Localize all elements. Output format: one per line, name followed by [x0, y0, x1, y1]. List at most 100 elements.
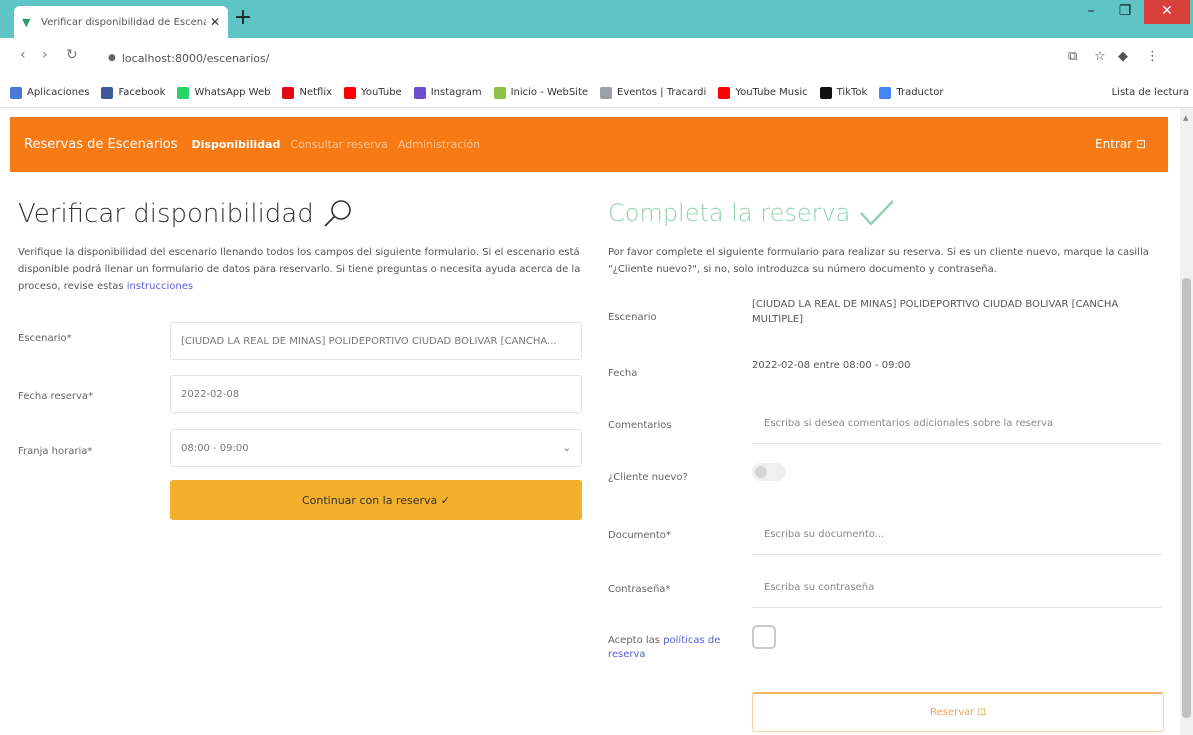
- bookmark-item[interactable]: Eventos | Tracardi: [600, 86, 707, 99]
- reading-list-link[interactable]: Lista de lectura: [1112, 87, 1189, 98]
- search-icon: [324, 200, 351, 227]
- nav-link-administracion[interactable]: Administración: [398, 138, 480, 151]
- reservar-label: Reservar ⊡: [930, 707, 986, 718]
- chevron-down-icon: ⌄: [562, 442, 571, 454]
- continue-reservation-button[interactable]: Continuar con la reserva ✓: [170, 480, 582, 520]
- url-text: localhost:8000/escenarios/: [121, 51, 270, 65]
- bookmark-favicon-icon: [282, 86, 295, 99]
- page-scrollbar[interactable]: ▲: [1180, 108, 1193, 735]
- escenario-summary-value: [CIUDAD LA REAL DE MINAS] POLIDEPORTIVO …: [752, 299, 1119, 325]
- franja-horaria-select[interactable]: 08:00 - 09:00 ⌄: [170, 429, 582, 467]
- back-arrow-icon[interactable]: ‹: [20, 47, 26, 63]
- scroll-up-icon[interactable]: ▲: [1183, 114, 1188, 122]
- bookmark-label: Eventos | Tracardi: [617, 87, 707, 98]
- franja-horaria-value: 08:00 - 09:00: [181, 442, 249, 454]
- bookmark-label: YouTube: [361, 87, 402, 98]
- accept-policies-checkbox[interactable]: [752, 625, 776, 649]
- menu-dots-icon[interactable]: ⋮: [1146, 49, 1159, 64]
- login-link[interactable]: Entrar ⊡: [1095, 137, 1146, 151]
- bookmark-favicon-icon: [177, 86, 190, 99]
- site-brand[interactable]: Reservas de Escenarios: [24, 137, 178, 152]
- escenario-select[interactable]: [CIUDAD LA REAL DE MINAS] POLIDEPORTIVO …: [170, 322, 582, 360]
- extension-icon[interactable]: ◆: [1118, 49, 1128, 64]
- bookmark-item[interactable]: YouTube: [344, 86, 402, 99]
- reservar-button[interactable]: Reservar ⊡: [752, 692, 1164, 732]
- fecha-reserva-input[interactable]: 2022-02-08: [170, 375, 582, 413]
- bookmarks-bar: Aplicaciones Facebook WhatsApp Web Netflix Y…: [0, 78, 1193, 108]
- bookmark-item[interactable]: Netflix: [282, 86, 333, 99]
- bookmark-item[interactable]: Instagram: [413, 86, 482, 99]
- bookmark-favicon-icon: [718, 86, 731, 99]
- fecha-summary-label: Fecha: [608, 368, 638, 379]
- fecha-summary-value: 2022-02-08 entre 08:00 - 09:00: [752, 360, 911, 371]
- franja-horaria-label: Franja horaria*: [18, 446, 93, 457]
- documento-input[interactable]: Escriba su documento...: [752, 515, 1162, 555]
- checkmark-icon: [860, 200, 895, 226]
- bookmark-label: Facebook: [118, 87, 166, 98]
- tab-favicon-icon: ▼: [22, 15, 31, 29]
- bookmark-item[interactable]: Facebook: [101, 86, 166, 99]
- address-bar[interactable]: ● localhost:8000/escenarios/: [96, 44, 1036, 72]
- availability-description-text: Verifique la disponibilidad del escenari…: [18, 247, 581, 292]
- accept-policies-label: Acepto las políticas de reserva: [608, 634, 738, 662]
- cliente-nuevo-label: ¿Cliente nuevo?: [608, 472, 688, 483]
- bookmark-item[interactable]: Aplicaciones: [10, 86, 90, 99]
- continue-reservation-label: Continuar con la reserva ✓: [301, 493, 451, 507]
- bookmark-label: Instagram: [430, 87, 482, 98]
- tab-title: Verificar disponibilidad de Escenarios: [41, 16, 206, 28]
- bookmark-label: TikTok: [836, 87, 868, 98]
- reading-list-label: Lista de lectura: [1111, 87, 1189, 98]
- complete-reservation-title: Completa la reserva: [608, 199, 851, 227]
- bookmark-label: Aplicaciones: [27, 87, 90, 98]
- bookmark-favicon-icon: [101, 86, 114, 99]
- bookmark-item[interactable]: TikTok: [819, 86, 868, 99]
- password-label: Contraseña*: [608, 584, 671, 595]
- minimize-button[interactable]: –: [1074, 0, 1108, 24]
- translate-icon[interactable]: ⧉: [1068, 49, 1077, 64]
- info-icon[interactable]: ●: [108, 53, 116, 63]
- browser-tab[interactable]: ▼ Verificar disponibilidad de Escenarios…: [14, 6, 228, 38]
- availability-heading: Verificar disponibilidad: [18, 198, 354, 230]
- password-input[interactable]: Escriba su contraseña: [752, 568, 1162, 608]
- bookmark-item[interactable]: Traductor: [879, 86, 944, 99]
- bookmark-favicon-icon: [413, 86, 426, 99]
- comentarios-placeholder: Escriba si desea comentarios adicionales…: [764, 418, 1054, 429]
- cliente-nuevo-toggle[interactable]: [752, 463, 786, 481]
- bookmark-label: Traductor: [896, 87, 944, 98]
- bookmark-label: WhatsApp Web: [194, 87, 271, 98]
- bookmark-favicon-icon: [344, 86, 357, 99]
- bookmark-label: Netflix: [299, 87, 333, 98]
- escenario-label: Escenario*: [18, 333, 72, 344]
- password-placeholder: Escriba su contraseña: [764, 582, 875, 593]
- reload-icon[interactable]: ↻: [66, 47, 78, 63]
- maximize-button[interactable]: ❐: [1108, 0, 1142, 24]
- nav-link-consultar[interactable]: Consultar reserva: [290, 138, 388, 151]
- bookmark-label: YouTube Music: [735, 87, 808, 98]
- comentarios-textarea[interactable]: Escriba si desea comentarios adicionales…: [752, 404, 1162, 444]
- star-icon[interactable]: ☆: [1094, 49, 1106, 64]
- bookmark-item[interactable]: YouTube Music: [718, 86, 808, 99]
- escenario-value: [CIUDAD LA REAL DE MINAS] POLIDEPORTIVO …: [181, 335, 557, 347]
- tab-close-icon[interactable]: ✕: [210, 15, 220, 29]
- fecha-reserva-label: Fecha reserva*: [18, 391, 94, 402]
- nav-link-disponibilidad[interactable]: Disponibilidad: [192, 138, 281, 151]
- availability-title: Verificar disponibilidad: [18, 199, 314, 229]
- toggle-knob: [755, 466, 767, 478]
- bookmark-item[interactable]: WhatsApp Web: [177, 86, 271, 99]
- bookmark-favicon-icon: [10, 86, 22, 99]
- escenario-summary-label: Escenario: [608, 312, 657, 323]
- accept-policies-text: Acepto las: [608, 635, 664, 646]
- forward-arrow-icon[interactable]: ›: [42, 47, 48, 63]
- instructions-link[interactable]: instrucciones: [127, 281, 193, 292]
- complete-reservation-heading: Completa la reserva: [608, 198, 896, 228]
- bookmark-favicon-icon: [493, 86, 506, 99]
- bookmark-favicon-icon: [879, 86, 892, 99]
- comentarios-label: Comentarios: [608, 420, 672, 431]
- close-window-button[interactable]: ✕: [1144, 0, 1190, 24]
- new-tab-button[interactable]: +: [232, 7, 254, 30]
- complete-reservation-description: Por favor complete el siguiente formular…: [608, 247, 1149, 275]
- browser-tab-strip: ▼ Verificar disponibilidad de Escenarios…: [0, 0, 1193, 38]
- scrollbar-thumb[interactable]: [1182, 278, 1191, 718]
- bookmark-item[interactable]: Inicio - WebSite: [493, 86, 588, 99]
- bookmark-favicon-icon: [600, 86, 613, 99]
